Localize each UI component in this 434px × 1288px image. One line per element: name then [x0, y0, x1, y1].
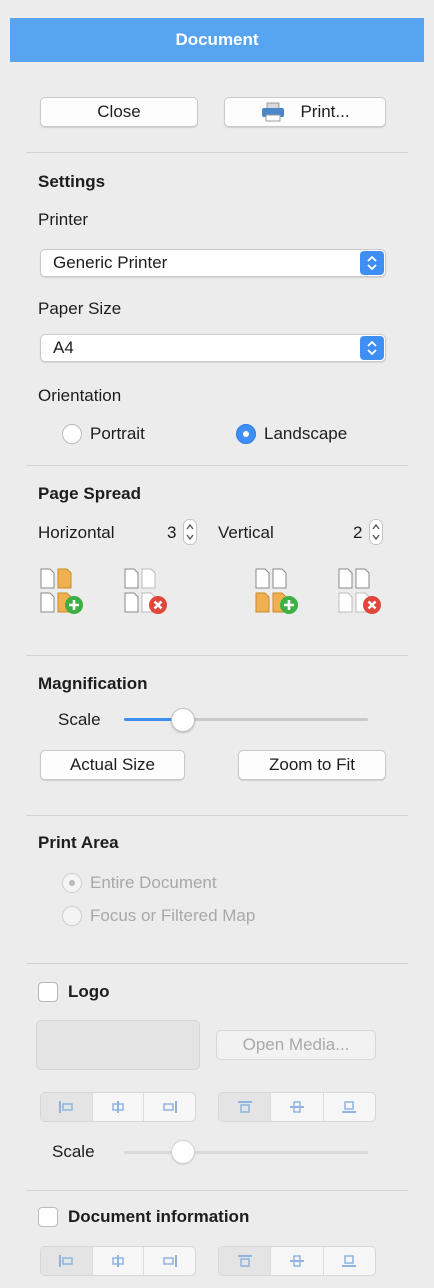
- close-button[interactable]: Close: [40, 97, 198, 127]
- align-center-icon[interactable]: [91, 1093, 144, 1121]
- docinfo-horizontal-align-control[interactable]: [40, 1246, 196, 1276]
- focus-filtered-map-label: Focus or Filtered Map: [90, 906, 256, 925]
- separator: [26, 1190, 408, 1191]
- landscape-radio[interactable]: [236, 424, 256, 444]
- separator: [26, 815, 408, 816]
- logo-scale-track[interactable]: [124, 1151, 368, 1154]
- align-top-icon[interactable]: [219, 1093, 271, 1121]
- remove-column-icon[interactable]: [124, 568, 172, 616]
- print-area-heading: Print Area: [38, 833, 119, 852]
- print-button-label: Print...: [300, 102, 350, 121]
- panel-title: Document: [10, 18, 424, 62]
- zoom-to-fit-button-label: Zoom to Fit: [269, 755, 355, 774]
- settings-heading: Settings: [38, 172, 106, 191]
- align-bottom-icon[interactable]: [322, 1247, 375, 1275]
- align-right-icon[interactable]: [143, 1247, 195, 1275]
- printer-icon: [260, 102, 286, 122]
- entire-document-radio[interactable]: [62, 873, 82, 893]
- align-middle-icon[interactable]: [270, 1093, 322, 1121]
- align-middle-icon[interactable]: [270, 1247, 322, 1275]
- horizontal-stepper[interactable]: [183, 519, 197, 545]
- portrait-label: Portrait: [90, 424, 145, 443]
- landscape-label: Landscape: [264, 424, 348, 443]
- logo-scale-knob[interactable]: [170, 1140, 195, 1164]
- page-spread-heading: Page Spread: [38, 484, 141, 503]
- magnification-heading: Magnification: [38, 674, 148, 693]
- separator: [26, 152, 408, 153]
- separator: [26, 465, 408, 466]
- orientation-label: Orientation: [38, 386, 122, 405]
- close-button-label: Close: [97, 102, 141, 121]
- vertical-stepper[interactable]: [369, 519, 383, 545]
- magnification-scale-knob[interactable]: [170, 708, 195, 732]
- logo-label: Logo: [68, 982, 110, 1001]
- chevron-updown-icon: [360, 251, 384, 275]
- printer-select-value: Generic Printer: [53, 253, 168, 272]
- paper-size-select[interactable]: A4: [40, 334, 386, 362]
- add-row-icon[interactable]: [255, 568, 303, 616]
- vertical-label: Vertical: [218, 523, 274, 542]
- paper-size-label: Paper Size: [38, 299, 122, 318]
- print-button[interactable]: Print...: [224, 97, 386, 127]
- actual-size-button-label: Actual Size: [69, 755, 156, 774]
- focus-filtered-map-radio[interactable]: [62, 906, 82, 926]
- align-top-icon[interactable]: [219, 1247, 271, 1275]
- separator: [26, 963, 408, 964]
- align-center-icon[interactable]: [91, 1247, 144, 1275]
- docinfo-vertical-align-control[interactable]: [218, 1246, 376, 1276]
- portrait-radio[interactable]: [62, 424, 82, 444]
- horizontal-value[interactable]: 3: [167, 523, 176, 543]
- document-information-checkbox[interactable]: [38, 1207, 58, 1227]
- paper-size-select-value: A4: [53, 338, 74, 357]
- entire-document-label: Entire Document: [90, 873, 217, 892]
- align-left-icon[interactable]: [41, 1093, 92, 1121]
- logo-image-well[interactable]: [36, 1020, 200, 1070]
- open-media-button[interactable]: Open Media...: [216, 1030, 376, 1060]
- magnification-scale-label: Scale: [58, 710, 101, 729]
- actual-size-button[interactable]: Actual Size: [40, 750, 185, 780]
- align-bottom-icon[interactable]: [322, 1093, 375, 1121]
- align-left-icon[interactable]: [41, 1247, 92, 1275]
- printer-label: Printer: [38, 210, 89, 229]
- logo-scale-label: Scale: [52, 1142, 95, 1161]
- printer-select[interactable]: Generic Printer: [40, 249, 386, 277]
- zoom-to-fit-button[interactable]: Zoom to Fit: [238, 750, 386, 780]
- document-information-label: Document information: [68, 1207, 250, 1226]
- add-column-icon[interactable]: [40, 568, 88, 616]
- logo-checkbox[interactable]: [38, 982, 58, 1002]
- open-media-button-label: Open Media...: [242, 1035, 350, 1054]
- horizontal-label: Horizontal: [38, 523, 115, 542]
- align-right-icon[interactable]: [143, 1093, 195, 1121]
- separator: [26, 655, 408, 656]
- chevron-updown-icon: [360, 336, 384, 360]
- logo-horizontal-align-control[interactable]: [40, 1092, 196, 1122]
- remove-row-icon[interactable]: [338, 568, 386, 616]
- logo-vertical-align-control[interactable]: [218, 1092, 376, 1122]
- vertical-value[interactable]: 2: [353, 523, 362, 543]
